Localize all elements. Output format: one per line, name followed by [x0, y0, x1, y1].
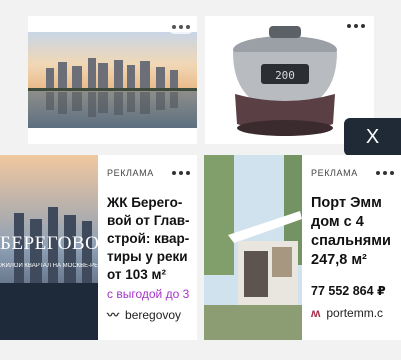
more-options-button[interactable] — [168, 20, 194, 34]
ad-title[interactable]: ЖК Берего-вой от Глав-строй: квар-тиры у… — [107, 194, 197, 284]
ad-domain-link[interactable]: ʍ portemm.c — [311, 306, 383, 320]
more-options-button[interactable] — [347, 24, 365, 28]
wave-logo-icon: 〰 — [107, 308, 120, 322]
brand-overlay-subtitle: ЖИЛОЙ КВАРТАЛ НА МОСКВЕ-РЕКЕ — [0, 263, 98, 269]
ad-domain-text: portemm.c — [326, 306, 384, 320]
ad-promo-text: с выгодой до 3 — [107, 287, 190, 301]
ad-beregovoy[interactable]: БЕРЕГОВОЙ ЖИЛОЙ КВАРТАЛ НА МОСКВЕ-РЕКЕ Р… — [0, 155, 197, 340]
ad-price: 77 552 864 ₽ — [311, 284, 386, 298]
more-options-button[interactable] — [172, 171, 190, 175]
brand-overlay-text: БЕРЕГОВОЙ — [0, 233, 98, 254]
ad-domain-text: beregovoy — [125, 307, 182, 322]
news-card-city[interactable] — [28, 16, 197, 144]
portemm-logo-icon: ʍ — [311, 306, 321, 320]
ad-domain-link[interactable]: 〰 beregovoy — [107, 306, 181, 323]
city-waterfront-image — [28, 16, 197, 144]
ad-portemm[interactable]: РЕКЛАМА Порт Эмм дом с 4 спальнями 247,8… — [204, 155, 401, 340]
more-options-button[interactable] — [376, 171, 394, 175]
svg-text:200: 200 — [275, 69, 295, 82]
modern-house-image — [204, 155, 302, 340]
close-button[interactable]: X — [344, 118, 401, 156]
ad-title[interactable]: Порт Эмм дом с 4 спальнями 247,8 м² — [311, 194, 401, 270]
